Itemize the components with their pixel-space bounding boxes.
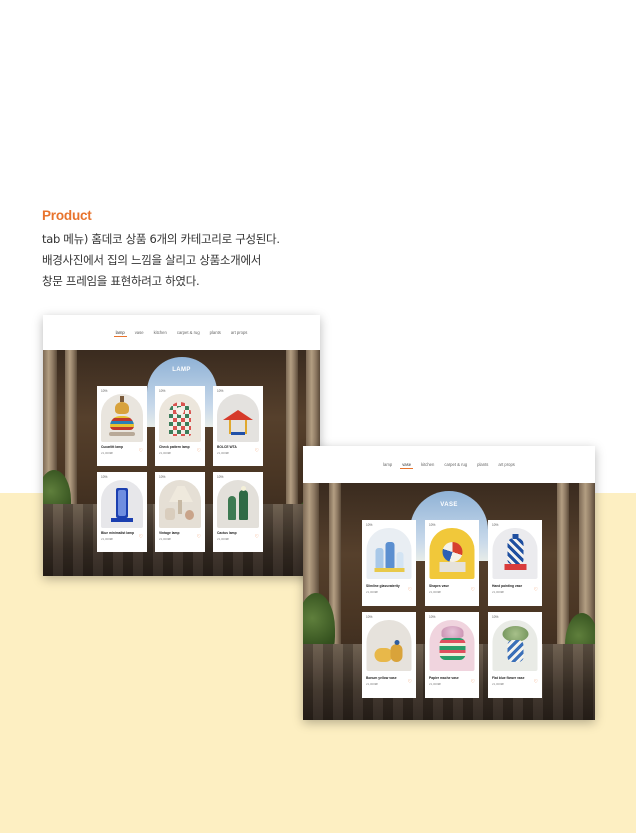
lamp-page-mockup: lamp vase kitchen carpet & rug plants ar…	[43, 315, 320, 576]
category-banner-title: VASE	[440, 502, 458, 508]
product-price: 21,000₩	[429, 590, 441, 594]
product-name: Hand painting vase	[492, 584, 523, 588]
tab-kitchen[interactable]: kitchen	[152, 330, 169, 335]
product-card[interactable]: 10% Hand painting vase 21,000₩ ♡	[488, 520, 542, 606]
heart-icon[interactable]: ♡	[408, 588, 412, 593]
intro-line-3: 창문 프레임을 표현하려고 하였다.	[42, 274, 200, 288]
product-image	[159, 394, 201, 442]
tab-carpet-rug[interactable]: carpet & rug	[175, 330, 202, 335]
product-image	[429, 528, 475, 579]
product-card[interactable]: 10% Blue minimalist lamp 21,000₩ ♡	[97, 472, 147, 552]
category-tabs: lamp vase kitchen carpet & rug plants ar…	[303, 446, 595, 483]
tab-carpet-rug[interactable]: carpet & rug	[442, 462, 469, 467]
product-name: Vintage lamp	[159, 531, 180, 535]
product-price: 21,000₩	[492, 682, 504, 686]
heart-icon[interactable]: ♡	[534, 680, 538, 685]
tab-art-props[interactable]: art props	[496, 462, 517, 467]
heart-icon[interactable]: ♡	[255, 535, 259, 540]
category-tabs: lamp vase kitchen carpet & rug plants ar…	[43, 315, 320, 350]
heart-icon[interactable]: ♡	[197, 449, 201, 454]
product-image	[366, 528, 412, 579]
product-image	[366, 620, 412, 671]
product-card[interactable]: 10% Slimline glassvaterity 21,000₩ ♡	[362, 520, 416, 606]
product-name: Cactus lamp	[217, 531, 237, 535]
heart-icon[interactable]: ♡	[471, 680, 475, 685]
discount-badge: 10%	[429, 615, 436, 619]
discount-badge: 10%	[492, 523, 499, 527]
product-name: BOLCE WTA	[217, 445, 237, 449]
hero-background-photo: VASE 10% Slimline glassvaterity 21,000₩ …	[303, 483, 595, 720]
product-card[interactable]: 10% BOLCE WTA 21,000₩ ♡	[213, 386, 263, 466]
product-price: 21,000₩	[217, 537, 229, 541]
intro-line-1: tab 메뉴) 홈데코 상품 6개의 카테고리로 구성된다.	[42, 232, 280, 246]
heart-icon[interactable]: ♡	[534, 588, 538, 593]
product-image	[101, 394, 143, 442]
tab-lamp[interactable]: lamp	[381, 462, 394, 467]
product-card[interactable]: 10% Shapes vase 21,000₩ ♡	[425, 520, 479, 606]
vase-page-mockup: lamp vase kitchen carpet & rug plants ar…	[303, 446, 595, 720]
product-name: Papier mache vase	[429, 676, 459, 680]
product-card[interactable]: 10% Papier mache vase 21,000₩ ♡	[425, 612, 479, 698]
discount-badge: 10%	[159, 475, 166, 479]
product-price: 21,000₩	[101, 451, 113, 455]
tab-art-props[interactable]: art props	[229, 330, 250, 335]
heart-icon[interactable]: ♡	[197, 535, 201, 540]
heart-icon[interactable]: ♡	[408, 680, 412, 685]
product-image	[492, 620, 538, 671]
tab-vase[interactable]: vase	[133, 330, 146, 335]
product-price: 21,000₩	[159, 537, 171, 541]
hero-background-photo: LAMP 10% Cucarlitt lamp 21,000₩ ♡ 10% Ch…	[43, 350, 320, 576]
product-price: 21,000₩	[366, 590, 378, 594]
product-card[interactable]: 10% Flat blue flower vase 21,000₩ ♡	[488, 612, 542, 698]
product-card[interactable]: 10% Cucarlitt lamp 21,000₩ ♡	[97, 386, 147, 466]
product-name: Bonum yellow vase	[366, 676, 397, 680]
discount-badge: 10%	[366, 615, 373, 619]
product-name: Flat blue flower vase	[492, 676, 525, 680]
discount-badge: 10%	[101, 475, 108, 479]
tab-vase[interactable]: vase	[400, 462, 413, 469]
tab-kitchen[interactable]: kitchen	[419, 462, 436, 467]
product-name: Cucarlitt lamp	[101, 445, 123, 449]
product-image	[159, 480, 201, 528]
tab-plants[interactable]: plants	[208, 330, 223, 335]
product-image	[492, 528, 538, 579]
product-card[interactable]: 10% Vintage lamp 21,000₩ ♡	[155, 472, 205, 552]
discount-badge: 10%	[159, 389, 166, 393]
discount-badge: 10%	[492, 615, 499, 619]
discount-badge: 10%	[429, 523, 436, 527]
category-banner-title: LAMP	[172, 367, 191, 373]
heart-icon[interactable]: ♡	[255, 449, 259, 454]
product-price: 21,000₩	[366, 682, 378, 686]
discount-badge: 10%	[366, 523, 373, 527]
heart-icon[interactable]: ♡	[471, 588, 475, 593]
product-image	[217, 394, 259, 442]
product-card[interactable]: 10% Cactus lamp 21,000₩ ♡	[213, 472, 263, 552]
tab-plants[interactable]: plants	[475, 462, 490, 467]
product-price: 21,000₩	[217, 451, 229, 455]
product-grid: 10% Slimline glassvaterity 21,000₩ ♡ 10%	[362, 520, 542, 698]
product-price: 21,000₩	[159, 451, 171, 455]
product-name: Blue minimalist lamp	[101, 531, 134, 535]
heart-icon[interactable]: ♡	[139, 535, 143, 540]
intro-line-2: 배경사진에서 집의 느낌을 살리고 상품소개에서	[42, 253, 262, 267]
discount-badge: 10%	[217, 475, 224, 479]
product-name: Slimline glassvaterity	[366, 584, 400, 588]
heart-icon[interactable]: ♡	[139, 449, 143, 454]
product-grid: 10% Cucarlitt lamp 21,000₩ ♡ 10% Check p…	[97, 386, 263, 552]
product-name: Check pattern lamp	[159, 445, 190, 449]
discount-badge: 10%	[217, 389, 224, 393]
product-image	[429, 620, 475, 671]
product-name: Shapes vase	[429, 584, 449, 588]
product-price: 21,000₩	[492, 590, 504, 594]
product-image	[217, 480, 259, 528]
section-heading: Product	[42, 208, 92, 223]
product-price: 21,000₩	[101, 537, 113, 541]
product-price: 21,000₩	[429, 682, 441, 686]
product-image	[101, 480, 143, 528]
tab-lamp[interactable]: lamp	[113, 330, 127, 337]
product-card[interactable]: 10% Check pattern lamp 21,000₩ ♡	[155, 386, 205, 466]
product-card[interactable]: 10% Bonum yellow vase 21,000₩ ♡	[362, 612, 416, 698]
discount-badge: 10%	[101, 389, 108, 393]
intro-text: Product tab 메뉴) 홈데코 상품 6개의 카테고리로 구성된다. 배…	[42, 208, 442, 292]
